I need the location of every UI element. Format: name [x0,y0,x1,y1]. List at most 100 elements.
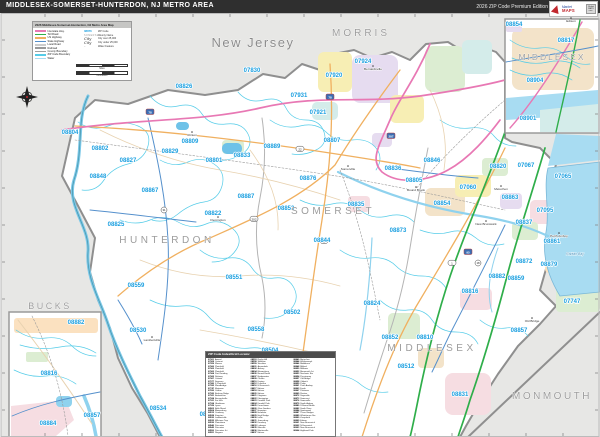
zip-code-label: 08854 [506,22,523,28]
zip-code-label: 07747 [564,299,581,305]
legend-line-label: Water [47,56,55,60]
legend-line-item: Water [35,57,84,60]
logo-brand: Market MAPS [562,5,575,13]
zip-code-label: 08829 [162,149,179,155]
town-dot [191,131,193,133]
legend-sample-item: ~ Water Feature [84,45,129,49]
publisher-logo: Market MAPS Market MAPS .com [549,1,598,17]
zip-code-label: 08876 [300,176,317,182]
legend-line-swatch [35,54,46,56]
edition-label: 2026 ZIP Code Premium Edition [476,3,548,10]
zip-code-label: 08820 [490,164,507,170]
town-label: Somerville [341,167,356,171]
map-region [462,40,492,74]
zip-code-label: 08825 [108,222,125,228]
town-label: Bound Brook [407,188,425,192]
town-dot [500,185,502,187]
logo-brand-bottom: MAPS [562,8,575,13]
zip-code-label: 08844 [314,238,331,244]
legend-line-swatch [35,40,46,43]
map-area: 78 78 287 95 22 202 206 1 31 18 Flemington Clinton S… [0,0,600,437]
map-region [425,46,465,92]
county-label: MORRIS [332,28,390,39]
legend-line-swatch [35,50,46,53]
town-dot [347,165,349,167]
interstate-shield-number: 95 [466,251,470,255]
zip-code-label: 08824 [364,301,381,307]
map-region [56,396,72,407]
zip-code-label: 08558 [248,327,265,333]
zip-code-label: 08551 [226,275,243,281]
state-route-number: 18 [476,261,480,265]
zip-code-label: 08887 [238,194,255,200]
legend-sample-label: Water Feature [97,45,114,49]
zip-code-label: 08837 [516,220,533,226]
town-label: Perth Amboy [550,234,568,238]
zip-code-label: 08867 [142,188,159,194]
us-route-number: 202 [251,217,256,221]
town-label: Bernardsville [364,67,382,71]
zip-code-label: 08846 [424,158,441,164]
legend-line-swatch [35,37,46,39]
zip-code-label: 08809 [182,139,199,145]
town-label: Edison [566,19,576,23]
town-dot [485,220,487,222]
km-scale-label: Kilometers [96,75,108,78]
legend-sample-text: ~ [83,45,86,49]
zip-code-label: 08816 [462,289,479,295]
town-dot [531,317,533,319]
town-dot [558,232,560,234]
zip-code-label: 08848 [90,174,107,180]
county-label: MIDDLESEX [518,52,585,62]
zip-code-label: 08863 [502,195,519,201]
zip-code-label: 08559 [128,283,145,289]
title-bar: MIDDLESEX-SOMERSET-HUNTERDON, NJ METRO A… [0,0,600,13]
state-route-number: 31 [162,208,166,212]
legend-sample-label: City over 25,000 [97,37,117,41]
zip-code-label: 07924 [355,59,372,65]
zip-code-label: 08512 [398,364,415,370]
zip-code-label: 08810 [417,335,434,341]
legend-line-symbols: Interstate Hwy. Toll Road US Highway State … [35,30,84,61]
legend-sample-label: City under 25,000 [97,41,118,45]
legend-line-swatch [35,57,46,60]
legend-line-swatch [35,30,46,32]
zip-code-label: 07920 [326,73,343,79]
town-label: Metuchen [494,187,508,191]
zip-index-entry: 08904Highland Park [293,429,314,432]
zip-code-label: 07921 [310,110,327,116]
zip-code-label: 08817 [558,38,575,44]
zip-code-label: 08857 [84,413,101,419]
zip-code-label: 08882 [489,274,506,280]
map-dot [26,96,28,98]
town-dot [372,65,374,67]
map-region [26,352,48,362]
town-label: Lambertville [144,338,161,342]
logo-side-text: Market MAPS .com [586,4,596,14]
zip-code-label: 08534 [150,406,167,412]
zip-code-label: 08901 [520,116,537,122]
zip-code-label: 08882 [68,320,85,326]
map-title: MIDDLESEX-SOMERSET-HUNTERDON, NJ METRO A… [6,2,214,9]
zip-code-label: 08530 [130,328,147,334]
zip-code-label: 08816 [41,371,58,377]
county-label: SOMERSET [291,206,375,217]
logo-mark-icon [550,3,562,15]
zip-code-label: 07830 [244,68,261,74]
zip-code-label: 08852 [382,335,399,341]
town-label: Old Bridge [525,319,540,323]
map-path [544,161,600,297]
map-legend: 2026 Middlesex-Somerset-Hunterdon, NJ Me… [32,21,132,81]
legend-line-swatch [35,43,46,46]
zip-code-label: 08831 [452,392,469,398]
zip-code-label: 07065 [555,174,572,180]
water-name-label: Raritan Bay [566,252,584,256]
interstate-shield-number: 287 [388,135,393,139]
zip-code-label: 08805 [406,178,423,184]
legend-line-swatch [35,47,46,49]
town-label: Clinton [187,133,197,137]
zip-code-label: 08807 [324,138,341,144]
county-label: MONMOUTH [512,391,592,402]
zip-index-body: 07001Avenel 07008Carteret 07059Warren 07060… [206,358,335,437]
county-label: New Jersey [212,35,295,50]
